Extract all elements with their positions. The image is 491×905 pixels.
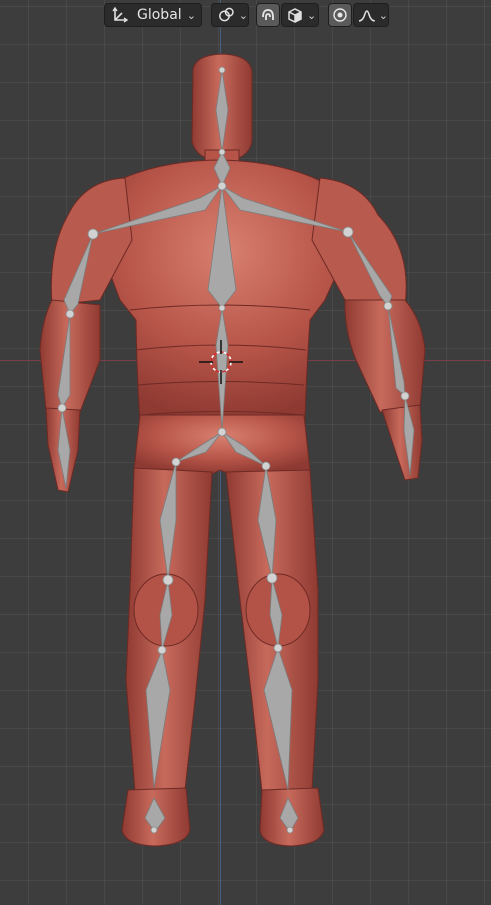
falloff-curve-icon (358, 10, 375, 22)
right-forearm-mesh (381, 404, 423, 481)
3d-viewport[interactable]: Global ⌄ ⌄ ⌄ ⌄ (0, 0, 491, 905)
proportional-editing-toggle[interactable] (328, 3, 352, 27)
chevron-down-icon: ⌄ (378, 8, 388, 22)
proportional-edit-icon (333, 8, 347, 22)
viewport-header: Global ⌄ ⌄ ⌄ ⌄ (0, 2, 491, 28)
pivot-point-dropdown[interactable]: ⌄ (211, 3, 249, 27)
chevron-down-icon: ⌄ (238, 8, 248, 22)
character-with-armature[interactable] (0, 0, 491, 905)
chevron-down-icon: ⌄ (307, 8, 317, 22)
transform-orientation-icon (112, 6, 129, 23)
falloff-dropdown[interactable]: ⌄ (353, 3, 389, 27)
chevron-down-icon: ⌄ (186, 8, 196, 22)
character-mesh[interactable] (39, 53, 426, 847)
transform-orientation-dropdown[interactable]: Global ⌄ (104, 3, 202, 27)
pivot-link-icon (219, 7, 234, 22)
snap-cube-icon (288, 8, 302, 23)
snap-magnet-icon (262, 9, 274, 20)
right-upper-arm-mesh (344, 299, 426, 413)
snap-target-dropdown[interactable]: ⌄ (281, 3, 319, 27)
transform-orientation-label: Global (137, 7, 182, 23)
snapping-toggle[interactable] (256, 3, 280, 27)
